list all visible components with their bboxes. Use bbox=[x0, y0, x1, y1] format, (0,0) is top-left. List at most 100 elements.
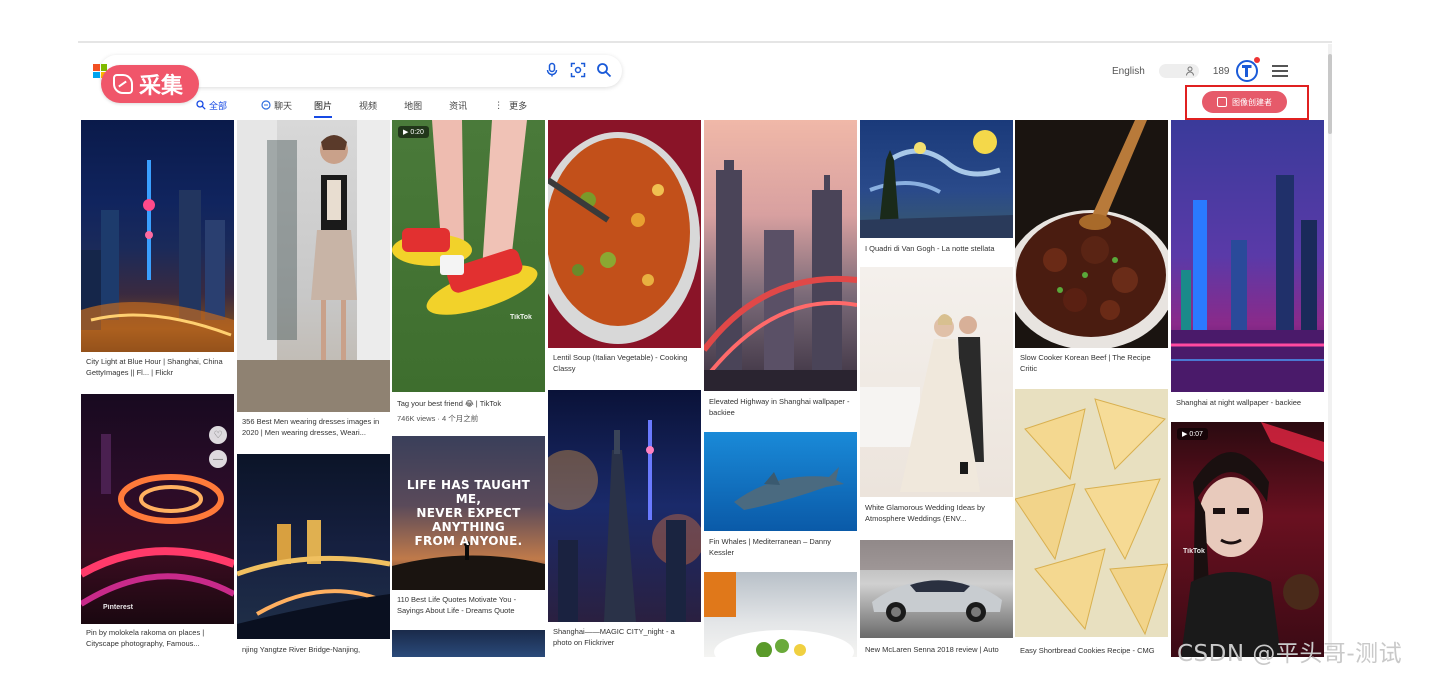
scrollbar-thumb[interactable] bbox=[1328, 54, 1332, 134]
account-area: English 189 bbox=[1112, 57, 1288, 82]
image-card[interactable]: City Light at Blue Hour | Shanghai, Chin… bbox=[81, 120, 234, 382]
microphone-icon[interactable] bbox=[544, 62, 560, 78]
edit-icon bbox=[1217, 97, 1227, 107]
image-card[interactable] bbox=[704, 572, 857, 657]
image-card[interactable]: ♡ — Pinterest Pin by molokela rakoma on … bbox=[81, 394, 234, 656]
tab-videos[interactable]: 视频 bbox=[359, 96, 377, 114]
video-duration-badge: ▶ 0:20 bbox=[398, 126, 429, 138]
image-caption[interactable]: Pin by molokela rakoma on places | Citys… bbox=[86, 627, 228, 649]
heart-icon[interactable]: ♡ bbox=[209, 426, 227, 444]
image-caption[interactable]: Lentil Soup (Italian Vegetable) - Cookin… bbox=[553, 352, 695, 374]
tab-label: 视频 bbox=[359, 100, 378, 111]
image-caption[interactable]: City Light at Blue Hour | Shanghai, Chin… bbox=[86, 356, 228, 378]
image-tiktok-portrait[interactable]: ▶ 0:07 TikTok bbox=[1171, 422, 1324, 657]
notification-dot bbox=[1253, 57, 1260, 63]
image-shortbread[interactable] bbox=[1015, 389, 1168, 637]
tab-label: 聊天 bbox=[274, 100, 293, 111]
image-card[interactable]: Fin Whales | Mediterranean – Danny Kessl… bbox=[704, 432, 857, 566]
tab-images[interactable]: 图片 bbox=[314, 96, 333, 118]
tab-all[interactable]: 全部 bbox=[196, 96, 227, 114]
visual-search-icon[interactable] bbox=[570, 62, 586, 78]
image-korean-beef[interactable] bbox=[1015, 120, 1168, 348]
image-card[interactable]: Lentil Soup (Italian Vegetable) - Cookin… bbox=[548, 120, 701, 382]
collect-button[interactable]: 采集 bbox=[101, 65, 200, 103]
image-wedding[interactable] bbox=[860, 267, 1013, 497]
csdn-watermark: CSDN @平头哥-测试 bbox=[1177, 641, 1403, 667]
image-city-blue-hour[interactable] bbox=[81, 120, 234, 352]
image-card[interactable]: Shanghai at night wallpaper - backiee bbox=[1171, 120, 1324, 415]
image-caption[interactable]: Easy Shortbread Cookies Recipe - CMG bbox=[1020, 645, 1162, 656]
image-elevated-highway[interactable] bbox=[704, 120, 857, 391]
image-card[interactable]: Slow Cooker Korean Beef | The Recipe Cri… bbox=[1015, 120, 1168, 382]
search-tabs: 全部 聊天 图片 视频 地图 资讯 ⋮ 更多 bbox=[196, 96, 527, 118]
image-caption[interactable]: 110 Best Life Quotes Motivate You - Sayi… bbox=[397, 594, 539, 616]
image-card[interactable]: ▶ 0:20 TikTok Tag your best friend 😂 | T… bbox=[392, 120, 545, 430]
tiktok-watermark: TikTok bbox=[510, 314, 532, 321]
tab-label: 更多 bbox=[509, 100, 528, 111]
image-nanjing-bridge[interactable] bbox=[237, 454, 390, 639]
image-caption[interactable]: Shanghai——MAGIC CITY_night - a photo on … bbox=[553, 626, 695, 648]
language-link[interactable]: English bbox=[1112, 66, 1145, 77]
image-shanghai-magic-city[interactable] bbox=[548, 390, 701, 622]
image-night-sky[interactable] bbox=[392, 630, 545, 657]
image-card[interactable]: Easy Shortbread Cookies Recipe - CMG bbox=[1015, 389, 1168, 657]
tab-news[interactable]: 资讯 bbox=[449, 96, 467, 114]
tab-more[interactable]: ⋮ 更多 bbox=[494, 96, 527, 114]
search-icon bbox=[196, 100, 206, 110]
image-creator-button[interactable]: 图像创建者 bbox=[1202, 91, 1287, 113]
image-card[interactable]: LIFE HAS TAUGHT ME, NEVER EXPECT ANYTHIN… bbox=[392, 436, 545, 628]
image-card[interactable]: White Glamorous Wedding Ideas by Atmosph… bbox=[860, 267, 1013, 532]
image-caption[interactable]: Shanghai at night wallpaper - backiee bbox=[1176, 397, 1318, 408]
tab-label: 全部 bbox=[209, 100, 228, 111]
person-icon bbox=[1185, 66, 1194, 76]
tab-maps[interactable]: 地图 bbox=[404, 96, 422, 114]
tiktok-watermark: TikTok bbox=[1183, 548, 1205, 555]
image-shanghai-night[interactable] bbox=[1171, 120, 1324, 392]
image-card[interactable] bbox=[392, 630, 545, 657]
image-card[interactable]: New McLaren Senna 2018 review | Auto bbox=[860, 540, 1013, 657]
image-card[interactable]: I Quadri di Van Gogh - La notte stellata bbox=[860, 120, 1013, 260]
image-caption[interactable]: Tag your best friend 😂 | TikTok bbox=[397, 398, 539, 409]
image-salad[interactable] bbox=[704, 572, 857, 657]
rewards-points[interactable]: 189 bbox=[1213, 66, 1230, 77]
rewards-icon[interactable] bbox=[1235, 57, 1260, 82]
image-card[interactable]: Elevated Highway in Shanghai wallpaper -… bbox=[704, 120, 857, 425]
image-highway-interchange[interactable]: ♡ — Pinterest bbox=[81, 394, 234, 624]
screenshot: 采集 全部 聊天 图片 视频 地图 资讯 ⋮ 更多 English 189 图像… bbox=[0, 0, 1429, 677]
image-creator-label: 图像创建者 bbox=[1232, 97, 1272, 107]
hamburger-menu-icon[interactable] bbox=[1271, 65, 1288, 77]
video-duration-badge: ▶ 0:07 bbox=[1177, 428, 1208, 440]
image-caption[interactable]: 356 Best Men wearing dresses images in 2… bbox=[242, 416, 384, 438]
image-caption[interactable]: Elevated Highway in Shanghai wallpaper -… bbox=[709, 396, 851, 418]
image-caption[interactable]: I Quadri di Van Gogh - La notte stellata bbox=[865, 243, 1007, 254]
image-card[interactable]: njing Yangtze River Bridge-Nanjing, bbox=[237, 454, 390, 656]
pinterest-watermark: Pinterest bbox=[103, 604, 133, 611]
video-meta: 746K views · 4 个月之前 bbox=[397, 414, 479, 423]
image-caption[interactable]: Slow Cooker Korean Beef | The Recipe Cri… bbox=[1020, 352, 1162, 374]
image-card[interactable]: 356 Best Men wearing dresses images in 2… bbox=[237, 120, 390, 445]
image-caption[interactable]: White Glamorous Wedding Ideas by Atmosph… bbox=[865, 502, 1007, 524]
image-card[interactable]: ▶ 0:07 TikTok bbox=[1171, 422, 1324, 657]
collect-label: 采集 bbox=[139, 73, 184, 98]
image-slippers-tiktok[interactable]: ▶ 0:20 TikTok bbox=[392, 120, 545, 392]
quote-text: LIFE HAS TAUGHT ME, NEVER EXPECT ANYTHIN… bbox=[406, 478, 531, 548]
image-fin-whale[interactable] bbox=[704, 432, 857, 531]
tab-chat[interactable]: 聊天 bbox=[261, 96, 292, 114]
chat-icon bbox=[261, 100, 271, 110]
image-caption[interactable]: njing Yangtze River Bridge-Nanjing, bbox=[242, 644, 384, 655]
image-lentil-soup[interactable] bbox=[548, 120, 701, 348]
image-caption[interactable]: Fin Whales | Mediterranean – Danny Kessl… bbox=[709, 536, 851, 558]
search-icon[interactable] bbox=[596, 62, 612, 78]
image-caption[interactable]: New McLaren Senna 2018 review | Auto bbox=[865, 644, 1007, 655]
image-card[interactable]: Shanghai——MAGIC CITY_night - a photo on … bbox=[548, 390, 701, 656]
image-life-quote[interactable]: LIFE HAS TAUGHT ME, NEVER EXPECT ANYTHIN… bbox=[392, 436, 545, 590]
more-icon: ⋮ bbox=[494, 99, 504, 110]
account-button[interactable] bbox=[1158, 64, 1199, 78]
tab-label: 地图 bbox=[404, 100, 423, 111]
more-options-icon[interactable]: — bbox=[209, 450, 227, 468]
image-starry-night[interactable] bbox=[860, 120, 1013, 238]
tab-label: 资讯 bbox=[449, 100, 468, 111]
scrollbar[interactable] bbox=[1328, 44, 1332, 650]
image-woman-dress[interactable] bbox=[237, 120, 390, 412]
image-mclaren-senna[interactable] bbox=[860, 540, 1013, 638]
